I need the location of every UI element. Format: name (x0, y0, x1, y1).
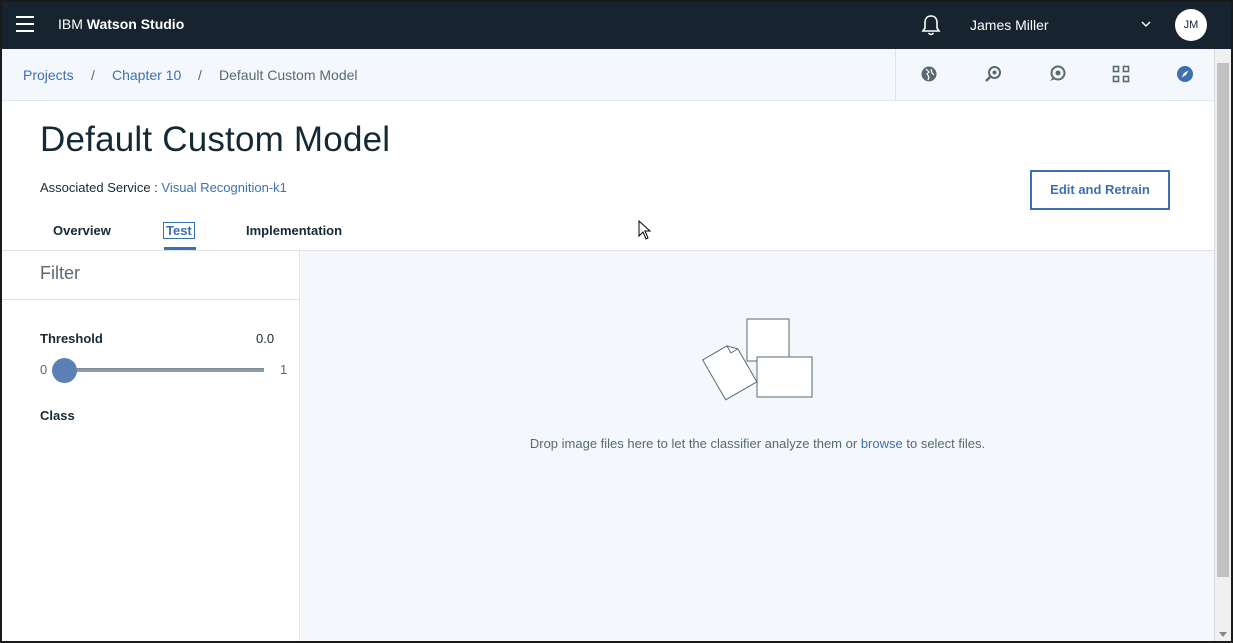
associated-service: Associated Service : Visual Recognition-… (40, 180, 287, 195)
filter-title: Filter (40, 263, 80, 283)
tab-implementation[interactable]: Implementation (246, 223, 342, 238)
breadcrumb-separator: / (198, 67, 202, 83)
browse-link[interactable]: browse (861, 436, 903, 451)
toolbar-divider (895, 49, 896, 101)
vertical-scrollbar[interactable] (1214, 49, 1231, 641)
threshold-slider-track[interactable] (64, 368, 264, 372)
drop-text-after: to select files. (906, 436, 986, 451)
threshold-slider-handle[interactable] (51, 358, 77, 383)
compass-icon[interactable] (1176, 65, 1194, 83)
chevron-down-icon[interactable] (1140, 19, 1152, 29)
associated-service-label: Associated Service : (40, 180, 158, 195)
image-drop-zone[interactable]: Drop image files here to let the classif… (301, 251, 1214, 641)
class-label: Class (40, 408, 75, 423)
grid-icon[interactable] (1112, 65, 1130, 83)
associated-service-link[interactable]: Visual Recognition-k1 (161, 180, 287, 195)
app-window: IBM Watson Studio James Miller JM Projec… (0, 0, 1233, 643)
globe-icon[interactable] (920, 65, 938, 83)
notifications-bell-icon[interactable] (920, 13, 942, 37)
breadcrumb-chapter[interactable]: Chapter 10 (112, 67, 181, 83)
filter-divider (2, 299, 300, 300)
brand-name: Watson Studio (86, 16, 185, 32)
drop-text-before: Drop image files here to let the classif… (529, 436, 858, 451)
user-name[interactable]: James Miller (970, 17, 1049, 33)
filter-sidebar: Filter Threshold 0.0 0 1 Class (2, 251, 300, 641)
threshold-value: 0.0 (256, 331, 275, 346)
slider-max-label: 1 (280, 362, 288, 377)
scroll-down-arrow-icon[interactable] (1219, 632, 1227, 637)
tab-overview[interactable]: Overview (53, 223, 111, 238)
page-title: Default Custom Model (40, 120, 391, 159)
breadcrumb-bar: Projects / Chapter 10 / Default Custom M… (2, 49, 1214, 101)
scrollbar-thumb[interactable] (1217, 63, 1229, 577)
breadcrumb-separator: / (91, 67, 95, 83)
breadcrumb-current: Default Custom Model (219, 67, 358, 83)
threshold-label: Threshold (40, 331, 103, 346)
avatar[interactable]: JM (1175, 9, 1207, 41)
mouse-cursor-icon (638, 220, 652, 240)
search-icon[interactable] (984, 65, 1002, 83)
top-bar: IBM Watson Studio James Miller JM (2, 2, 1231, 49)
slider-min-label: 0 (40, 362, 48, 377)
tab-test[interactable]: Test (163, 222, 195, 239)
edit-and-retrain-button[interactable]: Edit and Retrain (1030, 170, 1170, 210)
brand-prefix: IBM (58, 16, 83, 32)
image-files-icon (701, 318, 813, 401)
hamburger-menu-icon[interactable] (16, 16, 34, 32)
breadcrumb-projects[interactable]: Projects (23, 67, 74, 83)
brand-title[interactable]: IBM Watson Studio (58, 16, 184, 32)
chat-icon[interactable] (1048, 65, 1066, 83)
drop-instructions: Drop image files here to let the classif… (301, 436, 1214, 451)
